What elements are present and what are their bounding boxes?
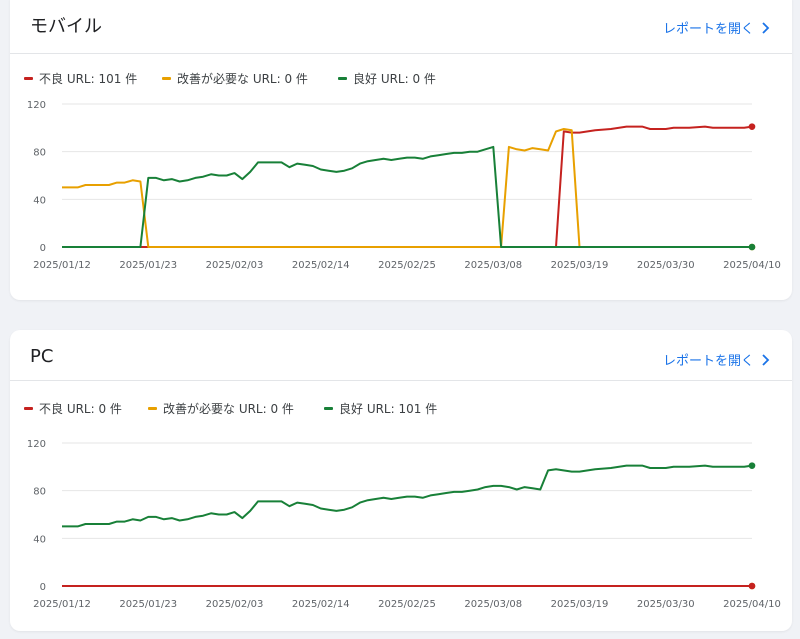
open-report-label: レポートを開く <box>662 22 754 37</box>
series-end-point <box>748 582 756 590</box>
series-end-point <box>748 123 756 130</box>
legend-poor-label: 不良 URL: 101 件 <box>39 72 138 86</box>
x-tick-label: 2025/03/19 <box>551 260 609 271</box>
pc-open-report-link[interactable]: レポートを開く <box>663 350 770 369</box>
x-tick-label: 2025/02/14 <box>292 260 350 271</box>
mobile-card: モバイル レポートを開く 不良 URL: 101 件 改善が必要な URL: 0… <box>10 0 792 300</box>
card-divider <box>10 380 792 381</box>
legend-needs-improvement-label: 改善が必要な URL: 0 件 <box>163 402 294 416</box>
mobile-card-title: モバイル <box>30 16 102 37</box>
open-report-label: レポートを開く <box>662 354 754 369</box>
legend-poor-label: 不良 URL: 0 件 <box>39 402 122 416</box>
x-tick-label: 2025/01/23 <box>119 260 177 271</box>
series-line <box>62 145 752 248</box>
series-line <box>62 125 753 248</box>
series-end-point <box>748 462 756 469</box>
pc-legend: 不良 URL: 0 件 改善が必要な URL: 0 件 良好 URL: 101 … <box>24 400 437 417</box>
legend-good[interactable]: 良好 URL: 101 件 <box>324 400 437 417</box>
pc-card: PC レポートを開く 不良 URL: 0 件 改善が必要な URL: 0 件 良… <box>10 330 792 631</box>
series-line <box>62 464 753 528</box>
x-tick-label: 2025/03/30 <box>637 260 695 271</box>
y-tick-label: 120 <box>27 100 46 111</box>
y-tick-label: 0 <box>40 582 46 593</box>
mobile-legend: 不良 URL: 101 件 改善が必要な URL: 0 件 良好 URL: 0 … <box>24 70 436 87</box>
y-tick-label: 120 <box>27 439 46 450</box>
x-tick-label: 2025/03/08 <box>464 599 522 610</box>
x-tick-label: 2025/03/30 <box>637 599 695 610</box>
legend-poor-swatch <box>24 77 33 80</box>
x-tick-label: 2025/03/08 <box>464 260 522 271</box>
mobile-line-chart: 0 40 80 120 2025/01/12 2025/01/23 2025/02/03 20… <box>27 100 781 271</box>
legend-good-swatch <box>324 407 333 410</box>
chevron-right-icon <box>762 21 770 34</box>
legend-good[interactable]: 良好 URL: 0 件 <box>338 70 436 87</box>
legend-poor[interactable]: 不良 URL: 0 件 <box>24 400 148 417</box>
legend-good-swatch <box>338 77 347 80</box>
x-tick-label: 2025/02/14 <box>292 599 350 610</box>
legend-poor[interactable]: 不良 URL: 101 件 <box>24 70 162 87</box>
y-tick-label: 80 <box>33 148 46 159</box>
x-tick-label: 2025/01/12 <box>33 599 91 610</box>
y-tick-label: 40 <box>33 195 46 206</box>
x-tick-label: 2025/02/25 <box>378 260 436 271</box>
chevron-right-icon <box>762 353 770 366</box>
legend-needs-improvement-label: 改善が必要な URL: 0 件 <box>177 72 308 86</box>
legend-needs-improvement[interactable]: 改善が必要な URL: 0 件 <box>148 400 324 417</box>
x-tick-label: 2025/02/25 <box>378 599 436 610</box>
x-tick-label: 2025/04/10 <box>723 599 781 610</box>
legend-needs-improvement-swatch <box>162 77 171 80</box>
x-tick-label: 2025/01/12 <box>33 260 91 271</box>
x-tick-label: 2025/02/03 <box>206 260 264 271</box>
x-tick-label: 2025/01/23 <box>119 599 177 610</box>
y-tick-label: 0 <box>40 243 46 254</box>
series-line <box>62 128 752 248</box>
y-tick-label: 40 <box>33 534 46 545</box>
card-divider <box>10 53 792 54</box>
pc-card-title: PC <box>30 346 54 367</box>
x-tick-label: 2025/02/03 <box>206 599 264 610</box>
legend-good-label: 良好 URL: 101 件 <box>339 402 438 416</box>
legend-poor-swatch <box>24 407 33 410</box>
legend-needs-improvement-swatch <box>148 407 157 410</box>
legend-good-label: 良好 URL: 0 件 <box>353 72 436 86</box>
x-tick-label: 2025/03/19 <box>551 599 609 610</box>
series-end-point <box>748 243 756 251</box>
y-tick-label: 80 <box>33 487 46 498</box>
legend-needs-improvement[interactable]: 改善が必要な URL: 0 件 <box>162 70 338 87</box>
mobile-open-report-link[interactable]: レポートを開く <box>663 18 770 37</box>
pc-line-chart: 0 40 80 120 2025/01/12 2025/01/23 2025/02/03 20… <box>27 439 781 610</box>
x-tick-label: 2025/04/10 <box>723 260 781 271</box>
